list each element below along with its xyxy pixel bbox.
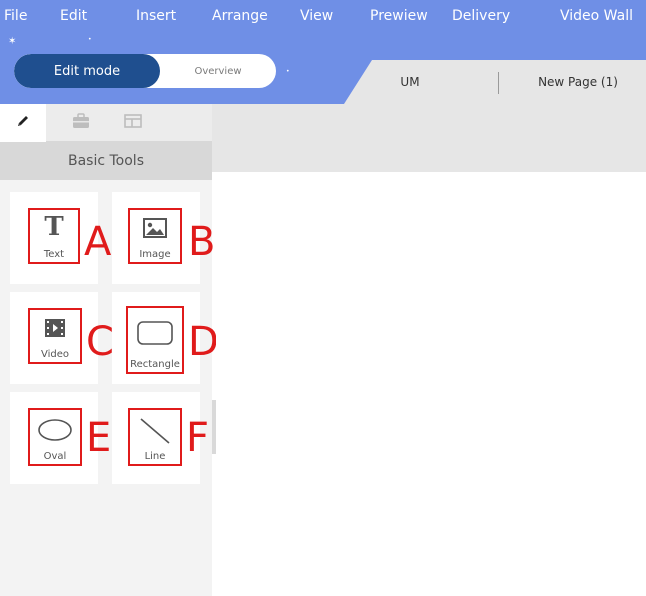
menu-view[interactable]: View bbox=[300, 8, 333, 24]
tool-text-button[interactable]: T Text bbox=[28, 208, 80, 264]
menu-arrange[interactable]: Arrange bbox=[212, 8, 268, 24]
menu-edit[interactable]: Edit bbox=[60, 8, 87, 24]
sidebar-tab-pencil[interactable] bbox=[0, 104, 46, 142]
rectangle-icon bbox=[136, 320, 174, 350]
left-sidebar: Basic Tools T Text A Image B Video C Rec… bbox=[0, 104, 219, 596]
toolbar-area bbox=[212, 104, 646, 172]
tool-video-label: Video bbox=[40, 349, 70, 360]
mode-toggle[interactable]: Edit mode Overview bbox=[14, 54, 276, 88]
menu-delivery[interactable]: Delivery bbox=[452, 8, 510, 24]
callout-e: E bbox=[86, 415, 112, 461]
menu-prewiew[interactable]: Prewiew bbox=[370, 8, 428, 24]
sparkle-decoration: ✶ bbox=[8, 36, 17, 47]
tool-video-button[interactable]: Video bbox=[28, 308, 82, 364]
tool-oval-button[interactable]: Oval bbox=[28, 408, 82, 466]
sidebar-tab-layout[interactable] bbox=[110, 104, 156, 142]
top-header: File Edit Insert Arrange View Prewiew De… bbox=[0, 0, 646, 104]
tool-rectangle-button[interactable]: Rectangle bbox=[126, 306, 184, 374]
tool-text-label: Text bbox=[43, 249, 65, 260]
briefcase-icon bbox=[71, 113, 91, 133]
sparkle-decoration: • bbox=[88, 36, 92, 43]
edit-mode-button[interactable]: Edit mode bbox=[14, 54, 160, 88]
tool-line-label: Line bbox=[144, 451, 166, 462]
menu-insert[interactable]: Insert bbox=[136, 8, 176, 24]
menu-bar: File Edit Insert Arrange View Prewiew De… bbox=[0, 8, 646, 30]
sidebar-tabs bbox=[0, 104, 212, 142]
tab-divider bbox=[498, 72, 499, 94]
tool-image-label: Image bbox=[139, 249, 171, 260]
line-icon bbox=[138, 416, 172, 450]
tool-oval-label: Oval bbox=[43, 451, 67, 462]
callout-b: B bbox=[188, 219, 216, 265]
pencil-icon bbox=[15, 113, 31, 133]
oval-icon bbox=[37, 418, 73, 446]
sidebar-tab-briefcase[interactable] bbox=[58, 104, 104, 142]
page-tab-um[interactable]: UM bbox=[340, 75, 480, 95]
callout-a: A bbox=[84, 219, 112, 265]
callout-f: F bbox=[186, 415, 210, 461]
editing-canvas[interactable] bbox=[216, 172, 646, 596]
callout-d: D bbox=[188, 319, 219, 365]
tool-rectangle-label: Rectangle bbox=[130, 359, 180, 370]
page-tab-new-page[interactable]: New Page (1) bbox=[510, 75, 646, 95]
layout-icon bbox=[123, 113, 143, 133]
menu-file[interactable]: File bbox=[4, 8, 27, 24]
tool-line-button[interactable]: Line bbox=[128, 408, 182, 466]
tool-image-button[interactable]: Image bbox=[128, 208, 182, 264]
image-icon bbox=[143, 218, 167, 242]
callout-c: C bbox=[86, 319, 114, 365]
overview-mode-button[interactable]: Overview bbox=[160, 54, 276, 88]
tools-grid: T Text A Image B Video C Rectangle D Ova… bbox=[0, 180, 219, 596]
menu-video-wall[interactable]: Video Wall bbox=[560, 8, 633, 24]
video-icon bbox=[44, 318, 66, 342]
basic-tools-header: Basic Tools bbox=[0, 142, 212, 180]
sparkle-decoration: • bbox=[286, 68, 290, 75]
text-icon: T bbox=[44, 212, 64, 242]
